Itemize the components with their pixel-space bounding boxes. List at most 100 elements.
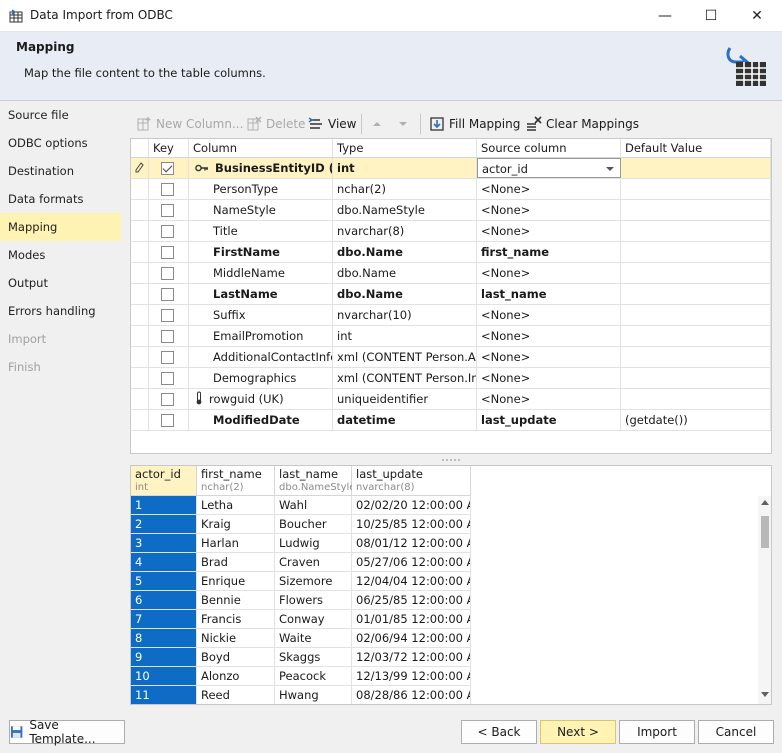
source-column-cell[interactable]: last_name — [477, 284, 621, 304]
sidebar-item-source-file[interactable]: Source file — [0, 101, 121, 129]
source-column-cell[interactable]: <None> — [477, 263, 621, 283]
sidebar-item-odbc-options[interactable]: ODBC options — [0, 129, 121, 157]
delete-button[interactable]: Delete — [246, 114, 305, 134]
default-value-cell[interactable] — [621, 242, 771, 262]
preview-row[interactable]: 10AlonzoPeacock12/13/99 12:00:00 AM — [131, 667, 471, 686]
mapping-row[interactable]: NameStyle dbo.NameStyle <None> — [131, 200, 771, 221]
preview-row[interactable]: 8NickieWaite02/06/94 12:00:00 AM — [131, 629, 471, 648]
column-name-cell[interactable]: EmailPromotion — [189, 326, 333, 346]
default-value-cell[interactable] — [621, 221, 771, 241]
view-button[interactable]: View — [308, 114, 356, 134]
column-header-key[interactable]: Key — [149, 139, 189, 157]
preview-column-header[interactable]: actor_id int — [131, 466, 197, 496]
preview-row[interactable]: 6BennieFlowers06/25/85 12:00:00 AM — [131, 591, 471, 610]
preview-row[interactable]: 4BradCraven05/27/06 12:00:00 AM — [131, 553, 471, 572]
source-column-cell[interactable]: last_update — [477, 410, 621, 430]
default-value-cell[interactable] — [621, 200, 771, 220]
key-checkbox[interactable] — [161, 351, 174, 364]
import-button[interactable]: Import — [619, 720, 695, 744]
key-checkbox[interactable] — [161, 330, 174, 343]
column-name-cell[interactable]: LastName — [189, 284, 333, 304]
preview-row[interactable]: 9BoydSkaggs12/03/72 12:00:00 AM — [131, 648, 471, 667]
preview-column-header[interactable]: last_update nvarchar(8) — [352, 466, 471, 496]
mapping-row[interactable]: PersonType nchar(2) <None> — [131, 179, 771, 200]
default-value-cell[interactable] — [621, 347, 771, 367]
column-name-cell[interactable]: PersonType — [189, 179, 333, 199]
default-value-cell[interactable] — [621, 179, 771, 199]
preview-row[interactable]: 1LethaWahl02/02/20 12:00:00 AM — [131, 496, 471, 515]
key-checkbox[interactable] — [161, 267, 174, 280]
mapping-row[interactable]: Suffix nvarchar(10) <None> — [131, 305, 771, 326]
source-column-cell[interactable]: <None> — [477, 221, 621, 241]
back-button[interactable]: < Back — [461, 720, 537, 744]
column-header-column[interactable]: Column — [189, 139, 333, 157]
source-column-cell[interactable]: <None> — [477, 179, 621, 199]
maximize-button[interactable]: ☐ — [688, 0, 734, 32]
column-header-type[interactable]: Type — [333, 139, 477, 157]
default-value-cell[interactable] — [621, 326, 771, 346]
preview-row[interactable]: 5EnriqueSizemore12/04/04 12:00:00 AM — [131, 572, 471, 591]
key-checkbox[interactable] — [161, 372, 174, 385]
preview-row[interactable]: 11ReedHwang08/28/86 12:00:00 AM — [131, 686, 471, 704]
source-column-cell[interactable]: <None> — [477, 305, 621, 325]
column-header-source[interactable]: Source column — [477, 139, 621, 157]
column-name-cell[interactable]: MiddleName — [189, 263, 333, 283]
column-name-cell[interactable]: BusinessEntityID (... — [189, 158, 333, 178]
default-value-cell[interactable] — [621, 158, 771, 178]
mapping-row[interactable]: MiddleName dbo.Name <None> — [131, 263, 771, 284]
sidebar-item-mapping[interactable]: Mapping — [0, 213, 121, 241]
mapping-row[interactable]: EmailPromotion int <None> — [131, 326, 771, 347]
clear-mappings-button[interactable]: Clear Mappings — [526, 114, 639, 134]
source-column-cell[interactable]: <None> — [477, 347, 621, 367]
save-template-button[interactable]: Save Template... — [9, 718, 125, 746]
mapping-row[interactable]: LastName dbo.Name last_name — [131, 284, 771, 305]
minimize-button[interactable]: — — [642, 0, 688, 32]
column-name-cell[interactable]: NameStyle — [189, 200, 333, 220]
close-button[interactable]: ✕ — [734, 0, 780, 32]
move-down-button[interactable] — [396, 114, 410, 134]
column-name-cell[interactable]: rowguid (UK) — [189, 389, 333, 409]
column-name-cell[interactable]: Demographics — [189, 368, 333, 388]
source-column-cell[interactable]: <None> — [477, 368, 621, 388]
sidebar-item-destination[interactable]: Destination — [0, 157, 121, 185]
mapping-row[interactable]: AdditionalContactInfo xml (CONTENT Person… — [131, 347, 771, 368]
preview-column-header[interactable]: last_name dbo.NameStyle — [275, 466, 355, 496]
key-checkbox[interactable] — [161, 246, 174, 259]
source-column-dropdown[interactable]: actor_id — [477, 158, 621, 178]
cancel-button[interactable]: Cancel — [698, 720, 774, 744]
column-name-cell[interactable]: Suffix — [189, 305, 333, 325]
sidebar-item-modes[interactable]: Modes — [0, 241, 121, 269]
key-checkbox[interactable] — [161, 288, 174, 301]
default-value-cell[interactable] — [621, 368, 771, 388]
sidebar-item-errors-handling[interactable]: Errors handling — [0, 297, 121, 325]
next-button[interactable]: Next > — [540, 720, 616, 744]
default-value-cell[interactable] — [621, 389, 771, 409]
column-name-cell[interactable]: ModifiedDate — [189, 410, 333, 430]
preview-row[interactable]: 7FrancisConway01/01/85 12:00:00 AM — [131, 610, 471, 629]
default-value-cell[interactable] — [621, 305, 771, 325]
column-name-cell[interactable]: FirstName — [189, 242, 333, 262]
source-column-cell[interactable]: <None> — [477, 389, 621, 409]
key-checkbox[interactable] — [161, 225, 174, 238]
chevron-down-icon[interactable] — [606, 167, 614, 171]
splitter-handle[interactable] — [130, 455, 772, 465]
default-value-cell[interactable]: (getdate()) — [621, 410, 771, 430]
sidebar-item-output[interactable]: Output — [0, 269, 121, 297]
preview-row[interactable]: 3HarlanLudwig08/01/12 12:00:00 AM — [131, 534, 471, 553]
key-checkbox[interactable] — [161, 309, 174, 322]
fill-mapping-button[interactable]: Fill Mapping — [429, 114, 520, 134]
key-checkbox[interactable] — [161, 393, 174, 406]
source-column-cell[interactable]: <None> — [477, 200, 621, 220]
column-name-cell[interactable]: AdditionalContactInfo — [189, 347, 333, 367]
key-checkbox[interactable] — [161, 204, 174, 217]
column-header-default[interactable]: Default Value — [621, 139, 771, 157]
default-value-cell[interactable] — [621, 263, 771, 283]
source-column-cell[interactable]: first_name — [477, 242, 621, 262]
mapping-row[interactable]: rowguid (UK) uniqueidentifier <None> — [131, 389, 771, 410]
mapping-row[interactable]: FirstName dbo.Name first_name — [131, 242, 771, 263]
move-up-button[interactable] — [370, 114, 384, 134]
sidebar-item-data-formats[interactable]: Data formats — [0, 185, 121, 213]
mapping-row[interactable]: BusinessEntityID (...int actor_id — [131, 158, 771, 179]
source-column-cell[interactable]: <None> — [477, 326, 621, 346]
column-name-cell[interactable]: Title — [189, 221, 333, 241]
